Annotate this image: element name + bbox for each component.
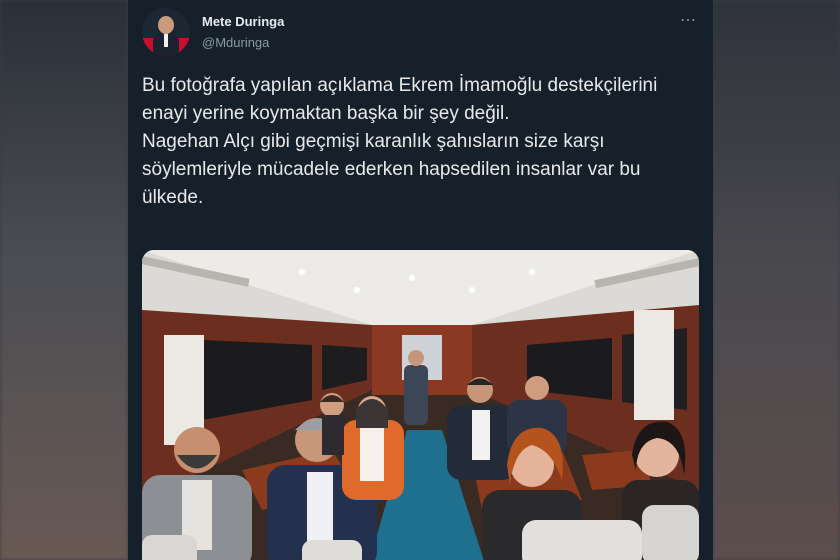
curtain-right — [634, 310, 674, 420]
blurred-background-left — [0, 0, 128, 560]
bus-interior-photo — [142, 250, 699, 560]
avatar[interactable] — [142, 8, 190, 56]
tweet-card: Mete Duringa @Mduringa ⋯ Bu fotoğrafa ya… — [128, 0, 713, 560]
more-options-icon[interactable]: ⋯ — [680, 10, 697, 30]
avatar-head — [158, 16, 174, 34]
author-handle[interactable]: @Mduringa — [202, 35, 269, 50]
seat-front-right — [522, 520, 642, 560]
avatar-shirt — [164, 33, 168, 47]
blurred-background-right — [712, 0, 840, 560]
tweet-photo[interactable] — [142, 250, 699, 560]
tweet-text: Bu fotoğrafa yapılan açıklama Ekrem İmam… — [142, 75, 658, 208]
author-name[interactable]: Mete Duringa — [202, 14, 284, 29]
